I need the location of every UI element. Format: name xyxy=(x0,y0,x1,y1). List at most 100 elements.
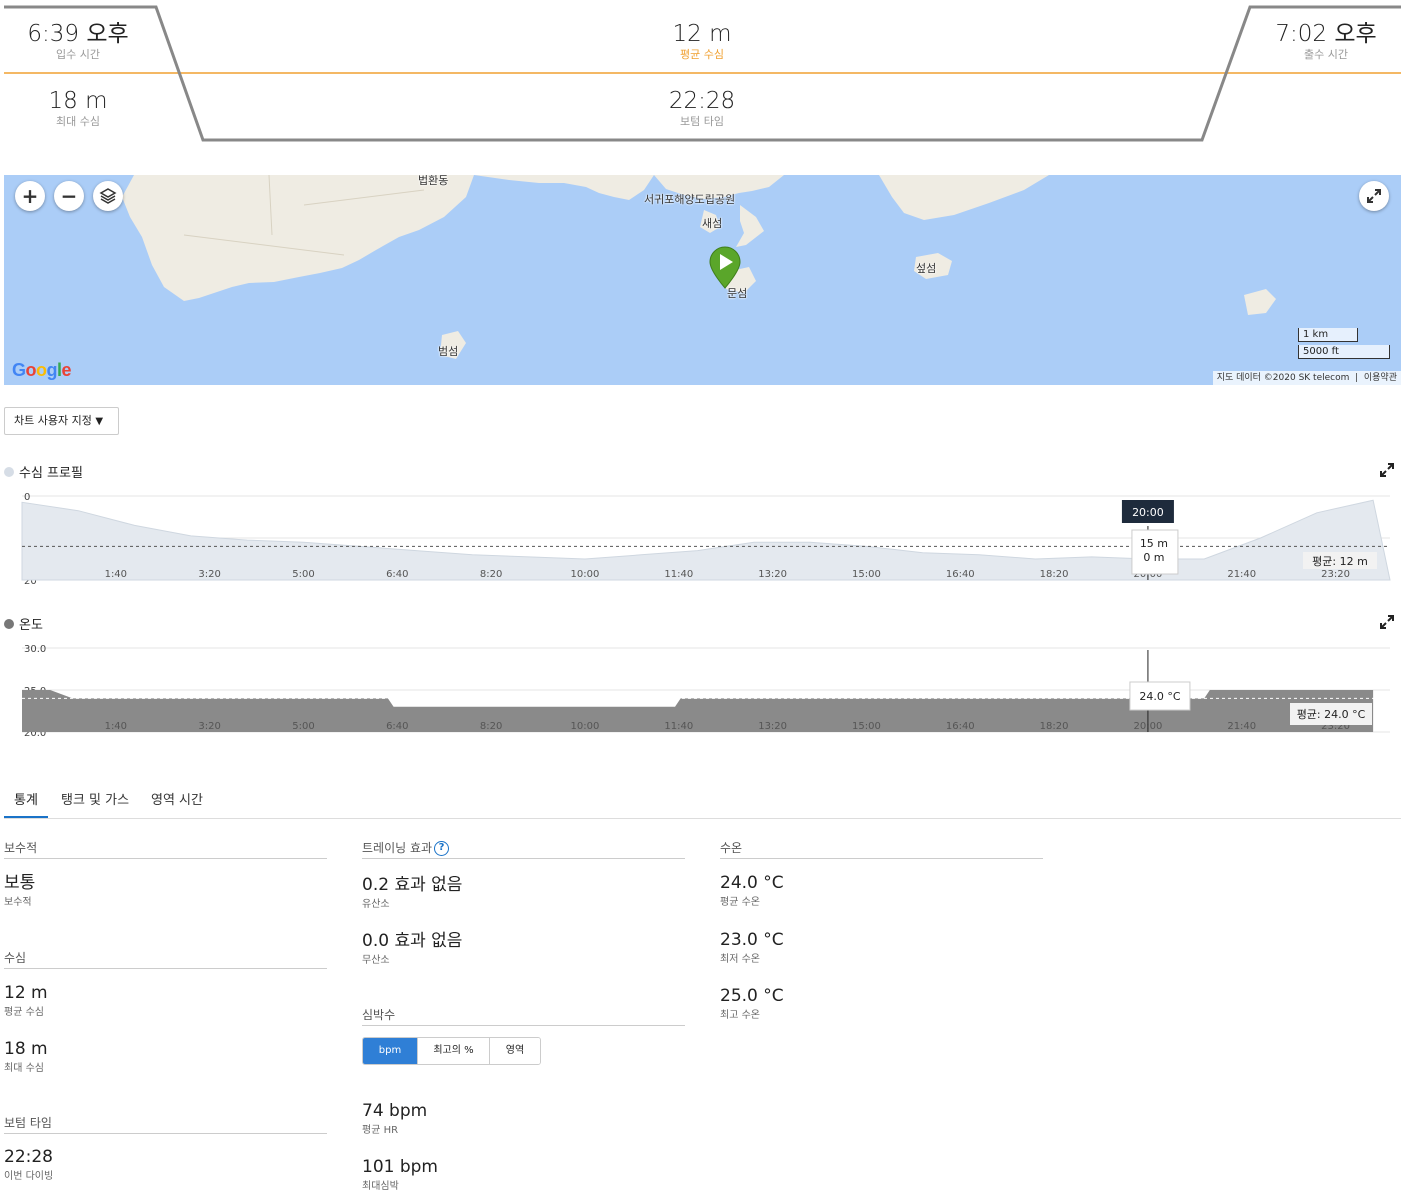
cursor-time-label: 20:00 xyxy=(1132,506,1164,519)
x-tick-label: 13:20 xyxy=(758,721,787,732)
temp-chart-title: 온도 xyxy=(4,614,43,633)
depth-chart-title: 수심 프로필 xyxy=(4,462,83,481)
x-tick-label: 3:20 xyxy=(198,721,220,732)
training-effect-header-text: 트레이닝 효과 xyxy=(362,841,433,855)
zoom-out-button[interactable]: − xyxy=(54,181,84,211)
aerobic-value: 0.2 효과 없음 xyxy=(362,875,463,895)
tab-stats[interactable]: 통계 xyxy=(4,786,48,818)
bottom-time-header: 보텀 타임 xyxy=(4,1115,327,1134)
hr-unit-percent-button[interactable]: 최고의 % xyxy=(418,1038,490,1064)
depth-avg-label: 평균 수심 xyxy=(4,1007,44,1018)
y-tick-label: 30.0 xyxy=(24,644,46,655)
avg-depth-stat: 12 m 평균 수심 xyxy=(582,20,822,62)
depth-avg-value: 12 m xyxy=(4,983,48,1003)
water-temp-max-value: 25.0 °C xyxy=(720,986,784,1006)
x-tick-label: 11:40 xyxy=(664,721,693,732)
average-badge-label: 평균: 24.0 °C xyxy=(1297,708,1366,721)
water-temp-header: 수온 xyxy=(720,840,1043,859)
hr-unit-zone-button[interactable]: 영역 xyxy=(490,1038,540,1064)
exit-time-value: 7:02 오후 xyxy=(1275,21,1377,47)
x-tick-label: 23:20 xyxy=(1321,569,1350,580)
training-effect-header: 트레이닝 효과? xyxy=(362,840,685,859)
temp-legend-dot xyxy=(4,618,14,629)
x-tick-label: 21:40 xyxy=(1227,569,1256,580)
max-depth-label: 최대 수심 xyxy=(56,115,100,128)
avg-depth-value: 12 m xyxy=(672,21,732,47)
anaerobic-label: 무산소 xyxy=(362,955,390,966)
map-attribution: 지도 데이터 ©2020 SK telecom | 이용약관 xyxy=(1212,371,1401,385)
x-tick-label: 5:00 xyxy=(292,721,314,732)
x-tick-label: 11:40 xyxy=(664,569,693,580)
map-attribution-text: 지도 데이터 ©2020 SK telecom xyxy=(1216,373,1350,383)
x-tick-label: 15:00 xyxy=(852,721,881,732)
dive-start-marker-icon[interactable] xyxy=(708,245,742,289)
max-depth-stat: 18 m 최대 수심 xyxy=(0,87,198,129)
entry-time-label: 입수 시간 xyxy=(56,48,100,61)
exit-time-label: 출수 시간 xyxy=(1304,48,1348,61)
depth-tooltip-value: 15 m xyxy=(1140,537,1168,550)
depth-tooltip-value: 0 m xyxy=(1143,551,1164,564)
x-tick-label: 1:40 xyxy=(105,569,127,580)
depth-profile-chart[interactable]: 010201:403:205:006:408:2010:0011:4013:20… xyxy=(0,488,1413,588)
map-label-saeseom: 새섬 xyxy=(702,217,723,230)
y-tick-label: 0 xyxy=(24,492,30,503)
google-logo: Google xyxy=(12,360,72,380)
bottom-time-label: 보텀 타임 xyxy=(680,115,724,128)
conservatism-header: 보수적 xyxy=(4,840,327,859)
heart-rate-unit-toggle: bpm 최고의 % 영역 xyxy=(362,1037,541,1065)
temp-chart-title-text: 온도 xyxy=(19,618,43,633)
bottom-time-dive-label: 이번 다이빙 xyxy=(4,1171,54,1182)
bottom-time-dive-value: 22:28 xyxy=(4,1147,53,1167)
water-temp-avg-label: 평균 수온 xyxy=(720,897,760,908)
stats-column-3: 수온 24.0 °C 평균 수온 23.0 °C 최저 수온 25.0 °C 최… xyxy=(720,840,1043,1021)
dive-summary: 6:39 오후 입수 시간 12 m 평균 수심 7:02 오후 출수 시간 1… xyxy=(0,0,1413,150)
tab-tank-gas[interactable]: 탱크 및 가스 xyxy=(51,786,139,818)
x-tick-label: 8:20 xyxy=(480,569,502,580)
tab-zone-time[interactable]: 영역 시간 xyxy=(141,786,213,818)
hr-unit-bpm-button[interactable]: bpm xyxy=(363,1038,418,1064)
map-label-park: 서귀포해양도립공원 xyxy=(644,193,736,206)
stats-column-2: 트레이닝 효과? 0.2 효과 없음 유산소 0.0 효과 없음 무산소 심박수… xyxy=(362,840,685,1192)
water-temp-avg-value: 24.0 °C xyxy=(720,873,784,893)
x-tick-label: 5:00 xyxy=(292,569,314,580)
help-icon[interactable]: ? xyxy=(434,841,450,856)
depth-max-label: 최대 수심 xyxy=(4,1063,44,1074)
chart-customize-dropdown[interactable]: 차트 사용자 지정 ▼ xyxy=(4,407,119,435)
hr-avg-label: 평균 HR xyxy=(362,1125,399,1136)
x-tick-label: 21:40 xyxy=(1227,721,1256,732)
stats-column-1: 보수적 보통 보수적 수심 12 m 평균 수심 18 m 최대 수심 보텀 타… xyxy=(4,840,327,1182)
map-terms-link[interactable]: 이용약관 xyxy=(1364,373,1397,383)
x-tick-label: 3:20 xyxy=(198,569,220,580)
zoom-in-button[interactable]: + xyxy=(15,181,45,211)
dive-map[interactable]: 법환동 서귀포해양도립공원 새섬 문섬 섶섬 범섬 + − 1 km 5000 … xyxy=(4,175,1401,385)
map-fullscreen-icon[interactable] xyxy=(1359,181,1389,211)
hr-max-value: 101 bpm xyxy=(362,1157,438,1177)
depth-chart-expand-icon[interactable] xyxy=(1380,463,1394,477)
average-badge-label: 평균: 12 m xyxy=(1312,555,1368,568)
x-tick-label: 18:20 xyxy=(1040,721,1069,732)
x-tick-label: 15:00 xyxy=(852,569,881,580)
x-tick-label: 10:00 xyxy=(571,721,600,732)
map-label-beomseom: 범섬 xyxy=(438,345,459,358)
temperature-chart[interactable]: 30.025.020.01:403:205:006:408:2010:0011:… xyxy=(0,640,1413,740)
x-tick-label: 6:40 xyxy=(386,721,408,732)
water-temp-min-label: 최저 수온 xyxy=(720,954,760,965)
depth-header: 수심 xyxy=(4,950,327,969)
depth-max-value: 18 m xyxy=(4,1039,48,1059)
bottom-time-stat: 22:28 보텀 타임 xyxy=(582,87,822,129)
water-temp-max-label: 최고 수온 xyxy=(720,1010,760,1021)
map-label-town: 법환동 xyxy=(418,175,449,187)
exit-time-stat: 7:02 오후 출수 시간 xyxy=(1206,20,1413,62)
x-tick-label: 1:40 xyxy=(105,721,127,732)
entry-time-value: 6:39 오후 xyxy=(27,21,129,47)
map-scale-ft: 5000 ft xyxy=(1298,345,1390,359)
hr-max-label: 최대심박 xyxy=(362,1181,399,1192)
hr-avg-value: 74 bpm xyxy=(362,1101,428,1121)
x-tick-label: 8:20 xyxy=(480,721,502,732)
bottom-time-value: 22:28 xyxy=(668,88,736,114)
layers-icon[interactable] xyxy=(93,181,123,211)
temp-chart-expand-icon[interactable] xyxy=(1380,615,1394,629)
x-tick-label: 13:20 xyxy=(758,569,787,580)
avg-depth-label: 평균 수심 xyxy=(680,48,724,61)
conservatism-value: 보통 xyxy=(4,873,36,893)
